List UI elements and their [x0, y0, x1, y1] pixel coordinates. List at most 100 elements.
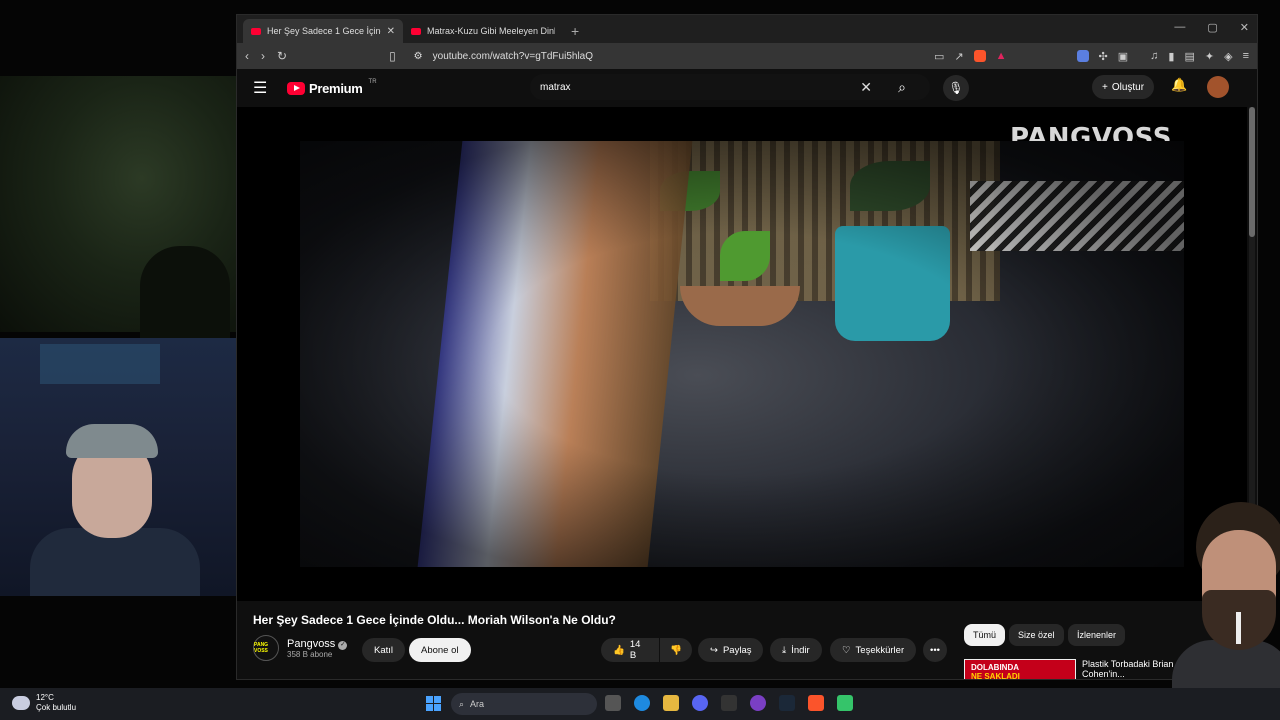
thumbs-up-icon: 👍 [613, 644, 625, 656]
close-tab-icon[interactable]: ✕ [387, 26, 395, 37]
like-button[interactable]: 👍 14 B [601, 638, 659, 662]
close-window-icon[interactable]: ✕ [1240, 21, 1249, 34]
thanks-button[interactable]: ♡ Teşekkürler [830, 638, 917, 662]
weather-widget[interactable]: 12°C Çok bulutlu [12, 693, 76, 713]
vpn-icon[interactable]: ◈ [1224, 50, 1232, 63]
plus-icon: + [1102, 81, 1108, 93]
wallet-icon[interactable]: ▤ [1184, 50, 1194, 63]
music-icon[interactable]: ♫ [1150, 50, 1158, 62]
search-input[interactable]: matrax [540, 82, 860, 93]
rewards-icon[interactable]: ▲ [996, 50, 1007, 62]
webcam-streamer-left [0, 338, 236, 596]
thumbnail-text-2: NE SAKLADI [971, 672, 1020, 680]
weather-condition: Çok bulutlu [36, 703, 77, 712]
steam-icon[interactable] [779, 695, 795, 711]
tab-video[interactable]: Her Şey Sadece 1 Gece İçinde ✕ [243, 19, 403, 43]
subscribe-button[interactable]: Abone ol [409, 638, 471, 662]
share-button[interactable]: ↪ Paylaş [698, 638, 764, 662]
download-icon: ⤓ [782, 644, 787, 656]
task-view-icon[interactable] [605, 695, 621, 711]
taskbar-search-label: Ara [470, 699, 485, 709]
thanks-label: Teşekkürler [855, 644, 905, 656]
url-field[interactable]: ⚙ youtube.com/watch?v=gTdFui5hlaQ [414, 46, 922, 66]
search-icon: ⌕ [459, 698, 465, 709]
chip-all[interactable]: Tümü [964, 624, 1006, 646]
sidebar-icon[interactable]: ▮ [1168, 50, 1174, 63]
youtube-play-icon [287, 81, 305, 95]
notifications-icon[interactable]: 🔔 [1171, 77, 1187, 93]
download-label: İndir [791, 644, 810, 656]
thumbs-down-icon: 👎 [670, 644, 682, 656]
tab-music[interactable]: Matrax-Kuzu Gibi Meeleyen Dinleyici [403, 19, 563, 43]
window-controls: — ▢ ✕ [1174, 21, 1249, 34]
leo-icon[interactable]: ✦ [1205, 50, 1214, 63]
chip-for-you[interactable]: Size özel [1009, 624, 1064, 646]
clear-search-icon[interactable]: ✕ [860, 79, 872, 96]
twitch-app-icon[interactable] [750, 695, 766, 711]
extensions: ▭ ↗ ▲ ✣ ▣ ♫ ▮ ▤ ✦ ◈ ≡ [934, 50, 1249, 63]
youtube-icon [251, 27, 261, 35]
temperature: 12°C [36, 693, 54, 702]
address-bar: ‹ › ↻ ▯ ⚙ youtube.com/watch?v=gTdFui5hla… [237, 43, 1257, 69]
join-button[interactable]: Katıl [362, 638, 406, 662]
create-button[interactable]: + Oluştur [1092, 75, 1155, 99]
bookmark-icon[interactable]: ▯ [389, 49, 396, 63]
guide-menu-icon[interactable]: ☰ [253, 78, 277, 98]
search-icon[interactable]: ⌕ [884, 79, 920, 96]
tab-bar: Her Şey Sadece 1 Gece İçinde ✕ Matrax-Ku… [237, 15, 1257, 43]
chip-watched[interactable]: İzlenenler [1068, 624, 1126, 646]
share-arrow-icon: ↪ [710, 644, 718, 656]
minimize-icon[interactable]: — [1174, 21, 1185, 34]
browser-window: Her Şey Sadece 1 Gece İçinde ✕ Matrax-Ku… [236, 14, 1258, 680]
region-code: TR [368, 79, 377, 85]
search-box[interactable]: matrax ✕ ⌕ [530, 74, 930, 100]
extension-icon[interactable] [1076, 50, 1089, 62]
new-tab-icon[interactable]: + [563, 23, 587, 43]
cloud-icon [12, 696, 30, 710]
reload-icon[interactable]: ↻ [277, 49, 287, 63]
chat-app-icon[interactable] [837, 695, 853, 711]
site-info-icon[interactable]: ⚙ [414, 51, 423, 62]
account-avatar[interactable] [1207, 76, 1229, 98]
youtube-logo[interactable]: Premium TR [287, 79, 377, 96]
maximize-icon[interactable]: ▢ [1207, 21, 1217, 34]
youtube-icon [411, 27, 421, 35]
video-player[interactable]: PANGVOSS [237, 107, 1247, 601]
webcam-streamer-right [1162, 500, 1280, 690]
file-explorer-icon[interactable] [663, 695, 679, 711]
tab-title: Her Şey Sadece 1 Gece İçinde [267, 26, 381, 36]
dislike-button[interactable]: 👎 [660, 638, 692, 662]
download-button[interactable]: ⤓ İndir [770, 638, 822, 662]
forward-icon[interactable]: › [261, 49, 265, 63]
like-count: 14 B [629, 639, 641, 661]
cast-icon[interactable]: ▭ [934, 50, 944, 63]
url-text: youtube.com/watch?v=gTdFui5hlaQ [432, 50, 594, 62]
tab-search-icon[interactable]: ▣ [1118, 50, 1128, 63]
scrollbar-thumb[interactable] [1249, 107, 1255, 237]
brave-icon[interactable] [808, 695, 824, 711]
webcam-room-view [0, 76, 236, 396]
desktop: Her Şey Sadece 1 Gece İçinde ✕ Matrax-Ku… [0, 0, 1280, 720]
subscriber-count: 358 B abone [287, 649, 333, 659]
puzzle-icon[interactable]: ✣ [1099, 50, 1108, 63]
discord-icon[interactable] [692, 695, 708, 711]
recommended-thumbnail[interactable]: DOLABINDA NE SAKLADI [964, 659, 1076, 680]
taskbar-search[interactable]: ⌕ Ara [451, 693, 597, 715]
thanks-icon: ♡ [842, 644, 851, 656]
share-icon[interactable]: ↗ [954, 50, 963, 63]
thumbnail-text: DOLABINDA [971, 663, 1019, 672]
microphone-icon[interactable]: 🎙 [943, 75, 969, 101]
tab-title: Matrax-Kuzu Gibi Meeleyen Dinleyici [427, 26, 555, 36]
back-icon[interactable]: ‹ [245, 49, 249, 63]
brave-shield-icon[interactable] [973, 50, 986, 62]
channel-name[interactable]: Pangvoss [287, 638, 335, 650]
channel-avatar[interactable]: PANG VOSS [253, 635, 279, 661]
windows-start-icon[interactable] [426, 696, 441, 711]
app-icon[interactable] [721, 695, 737, 711]
channel-info: PANG VOSS Pangvoss ✓ 358 B abone [253, 635, 348, 661]
more-actions-button[interactable]: ••• [923, 638, 947, 662]
menu-icon[interactable]: ≡ [1243, 50, 1249, 62]
edge-icon[interactable] [634, 695, 650, 711]
video-frame[interactable] [300, 141, 1184, 567]
logo-text: Premium [309, 80, 363, 96]
